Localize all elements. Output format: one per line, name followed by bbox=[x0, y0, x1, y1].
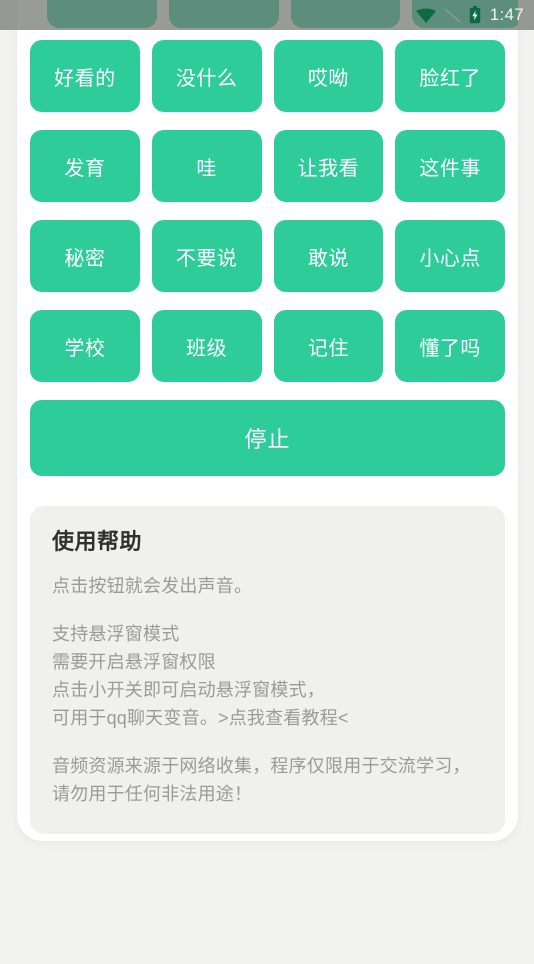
sound-button[interactable]: 不要说 bbox=[151, 220, 262, 292]
sound-button[interactable]: 没什么 bbox=[151, 40, 262, 112]
sound-button[interactable]: 敢说 bbox=[273, 220, 384, 292]
app-sheet: 好看的 没什么 哎呦 脸红了 发育哇让我看 这件事 秘密 不要说 敢说 小心点 学校 班级 记住 懂了吗 … bbox=[17, 0, 518, 841]
sound-button[interactable]: 哇 bbox=[151, 130, 262, 202]
sound-button[interactable]: 小心点 bbox=[395, 220, 505, 292]
sound-button[interactable]: 秘密 bbox=[30, 220, 140, 292]
status-bar: 1:47 bbox=[0, 0, 534, 30]
sound-button[interactable]: 好看的 bbox=[30, 40, 140, 112]
sound-button[interactable]: 让我看 bbox=[273, 130, 384, 202]
sound-button[interactable]: 发育 bbox=[30, 130, 140, 202]
help-card-title: 使用帮助 bbox=[52, 529, 143, 554]
stop-button[interactable]: 停止 bbox=[30, 400, 505, 476]
status-bar-icons bbox=[415, 6, 481, 24]
sound-button[interactable]: 班级 bbox=[151, 310, 262, 382]
help-paragraph-floating-window: 支持悬浮窗模式 需要开启悬浮窗权限 点击小开关即可启动悬浮窗模式， 可用于qq聊… bbox=[52, 624, 349, 728]
help-card: 使用帮助 点击按钮就会发出声音。 支持悬浮窗模式 需要开启悬浮窗权限 点击小开关… bbox=[30, 506, 505, 834]
help-paragraph-disclaimer: 音频资源来源于网络收集，程序仅限用于交流学习，请勿用于任何非法用途！ bbox=[52, 756, 471, 804]
sound-button[interactable]: 学校 bbox=[30, 310, 140, 382]
help-paragraph-intro: 点击按钮就会发出声音。 bbox=[52, 576, 253, 596]
sound-button[interactable]: 记住 bbox=[273, 310, 384, 382]
soundboard-grid: 好看的 没什么 哎呦 脸红了发育哇让我看 这件事秘密 不要说 敢说 小心点学校 班级 记住 懂了吗 bbox=[30, 40, 505, 382]
sound-button[interactable]: 这件事 bbox=[395, 130, 505, 202]
battery-charging-icon bbox=[469, 6, 480, 24]
scroll-content: 好看的 没什么 哎呦 脸红了 发育哇让我看 这件事 秘密 不要说 敢说 小心点 学校 班级 记住 懂了吗 … bbox=[17, 30, 518, 834]
sound-button[interactable]: 懂了吗 bbox=[395, 310, 505, 382]
sound-button[interactable]: 脸红了 bbox=[395, 40, 505, 112]
sound-button[interactable]: 哎呦 bbox=[273, 40, 384, 112]
status-bar-clock: 1:47 bbox=[489, 5, 524, 24]
signal-off-icon bbox=[444, 7, 461, 23]
wifi-icon bbox=[415, 8, 436, 23]
